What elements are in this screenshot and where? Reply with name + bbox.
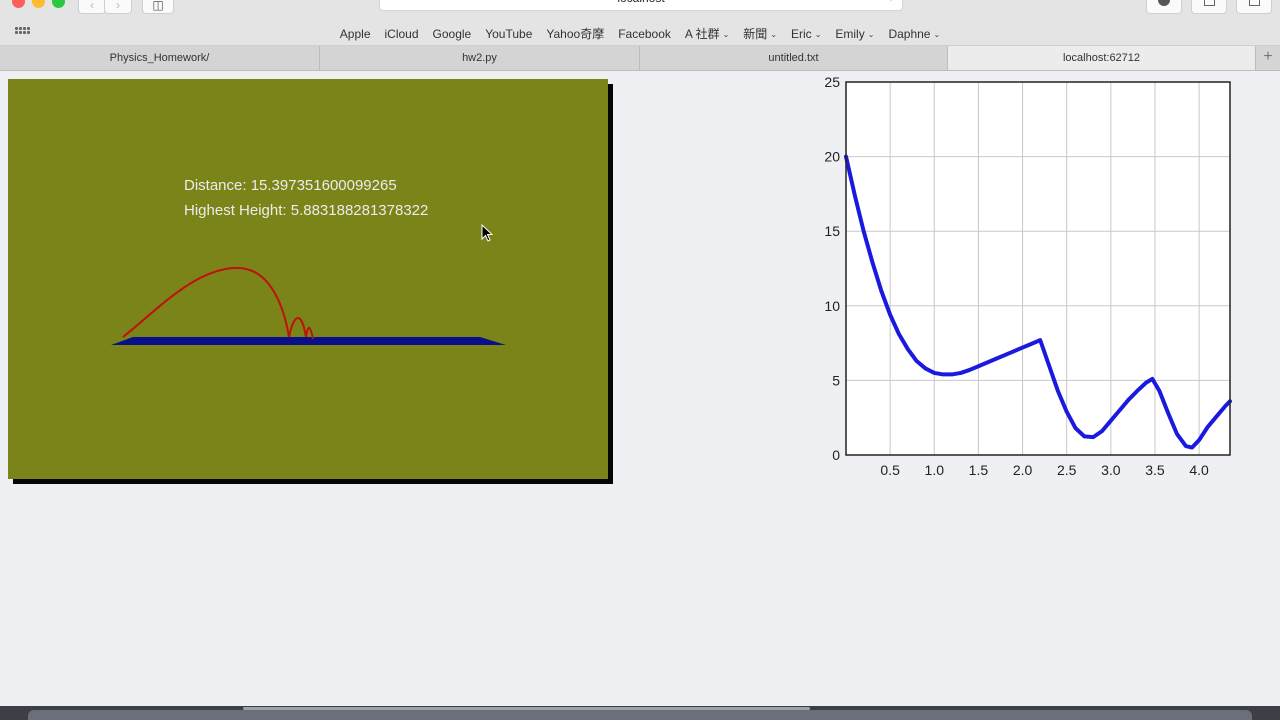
favorite-label: iCloud [384, 27, 419, 41]
chevron-right-icon: › [116, 0, 120, 12]
favorite-item-1[interactable]: iCloud [385, 27, 419, 41]
favorite-item-0[interactable]: Apple [340, 27, 371, 41]
ground-plane [111, 337, 506, 345]
scene-graphics [111, 266, 506, 345]
address-bar[interactable]: localhost ↻ [379, 0, 903, 11]
chart-svg: 0.5 1.0 1.5 2.0 2.5 3.0 3.5 4.0 0 5 10 15 20 25 [824, 74, 1232, 478]
sidebar-icon: ◫ [152, 0, 164, 12]
tab-bar: Physics_Homework/ hw2.py untitled.txt lo… [0, 46, 1280, 71]
tab-localhost[interactable]: localhost:62712 [948, 46, 1256, 70]
chevron-down-icon: ⌄ [814, 30, 822, 39]
favorite-item-9[interactable]: Emily ⌄ [835, 27, 874, 41]
tabs-icon [1248, 0, 1260, 6]
favorite-label: Daphne [888, 27, 931, 41]
x-tick-label: 0.5 [880, 462, 900, 478]
downloads-button[interactable] [1146, 0, 1182, 14]
forward-button[interactable]: › [104, 0, 132, 14]
chevron-down-icon: ⌄ [867, 30, 875, 39]
chevron-left-icon: ‹ [90, 0, 94, 12]
tab-overview-button[interactable] [1236, 0, 1272, 14]
y-tick-label: 25 [824, 74, 840, 90]
favorite-item-8[interactable]: Eric ⌄ [791, 27, 821, 41]
sidebar-toggle-button[interactable]: ◫ [142, 0, 174, 14]
horizontal-scrollbar[interactable] [243, 707, 810, 710]
x-tick-label: 2.0 [1013, 462, 1033, 478]
tab-physics-homework[interactable]: Physics_Homework/ [0, 46, 320, 70]
trajectory-trail [122, 266, 314, 340]
x-tick-label: 3.0 [1101, 462, 1121, 478]
favorite-item-3[interactable]: YouTube [485, 27, 532, 41]
y-tick-label: 10 [824, 298, 840, 314]
share-icon [1203, 0, 1215, 6]
y-tick-label: 20 [824, 149, 840, 165]
favorite-label: Yahoo奇摩 [546, 27, 605, 41]
zoom-window-button[interactable] [52, 0, 65, 8]
favorite-label: Google [432, 27, 472, 41]
favorite-item-2[interactable]: Google [433, 27, 472, 41]
download-icon [1158, 0, 1170, 6]
chevron-down-icon: ⌄ [933, 30, 941, 39]
favorite-label: Apple [339, 27, 371, 41]
x-tick-label: 4.0 [1189, 462, 1209, 478]
x-tick-label: 1.5 [969, 462, 989, 478]
back-button[interactable]: ‹ [78, 0, 106, 14]
x-tick-label: 1.0 [925, 462, 945, 478]
highest-height-readout: Highest Height: 5.883188281378322 [184, 202, 429, 219]
favorites-bar: Apple iCloud Google YouTube Yahoo奇摩 Facebook A… [0, 14, 1280, 46]
close-window-button[interactable] [12, 0, 25, 8]
x-tick-label: 2.5 [1057, 462, 1077, 478]
distance-readout: Distance: 15.397351600099265 [184, 177, 397, 194]
reload-icon[interactable]: ↻ [886, 0, 896, 4]
dock [28, 710, 1252, 720]
favorite-label: YouTube [485, 27, 533, 41]
simulation-canvas[interactable]: Distance: 15.397351600099265 Highest Hei… [8, 79, 608, 479]
browser-titlebar: ‹ › ◫ localhost ↻ [0, 0, 1280, 14]
chevron-down-icon: ⌄ [770, 30, 778, 39]
favorite-item-5[interactable]: Facebook [618, 27, 671, 41]
x-tick-label: 3.5 [1145, 462, 1165, 478]
favorites-list: Apple iCloud Google YouTube Yahoo奇摩 Facebook A… [0, 25, 1280, 42]
favorite-label: Eric [791, 27, 812, 41]
plot-area [846, 82, 1230, 455]
favorite-item-10[interactable]: Daphne ⌄ [888, 27, 940, 41]
favorite-item-7[interactable]: 新聞 ⌄ [743, 25, 777, 42]
y-tick-label: 15 [824, 223, 840, 239]
tab-hw2-py[interactable]: hw2.py [320, 46, 640, 70]
favorite-label: A 社群 [684, 27, 720, 41]
favorite-item-4[interactable]: Yahoo奇摩 [546, 25, 604, 42]
y-tick-label: 0 [832, 447, 840, 463]
favorite-label: Emily [835, 27, 865, 41]
line-chart: 0.5 1.0 1.5 2.0 2.5 3.0 3.5 4.0 0 5 10 15 20 25 [805, 70, 1245, 490]
favorite-item-6[interactable]: A 社群 ⌄ [685, 25, 729, 42]
new-tab-button[interactable]: + [1256, 46, 1280, 70]
y-tick-label: 5 [832, 372, 840, 388]
favorite-label: Facebook [618, 27, 671, 41]
chevron-down-icon: ⌄ [722, 30, 730, 39]
favorite-label: 新聞 [743, 27, 768, 41]
share-button[interactable] [1191, 0, 1227, 14]
address-text: localhost [380, 0, 902, 5]
tab-untitled-txt[interactable]: untitled.txt [640, 46, 948, 70]
mouse-cursor-icon [481, 224, 493, 242]
minimize-window-button[interactable] [32, 0, 45, 8]
plus-icon: + [1263, 48, 1273, 65]
